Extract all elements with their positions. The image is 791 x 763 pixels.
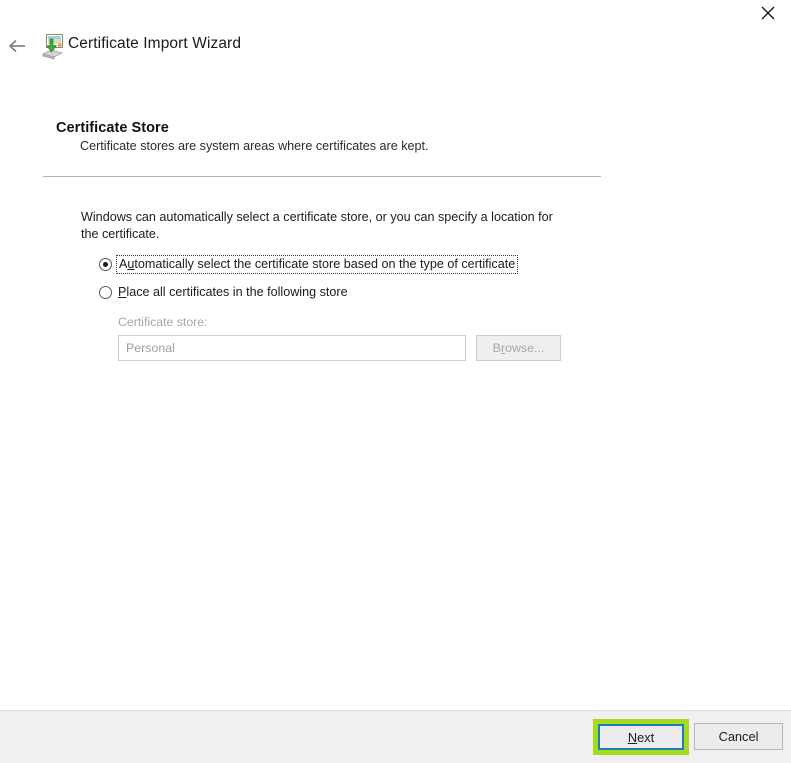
close-icon <box>761 6 775 20</box>
page-subtitle: Certificate stores are system areas wher… <box>80 139 429 153</box>
next-button-highlight: Next <box>593 719 689 755</box>
radio-label-place-in-store-suffix: lace all certificates in the following s… <box>126 285 348 299</box>
back-button[interactable] <box>4 36 30 60</box>
browse-button-suffix: owse... <box>505 341 545 355</box>
next-button-suffix: ext <box>637 729 655 745</box>
window-close-button[interactable] <box>745 0 791 26</box>
radio-button-automatic[interactable] <box>99 258 112 271</box>
next-button-accel: N <box>627 729 638 745</box>
certificate-import-icon <box>40 33 66 61</box>
radio-button-place-in-store[interactable] <box>99 285 112 299</box>
radio-option-place-in-store[interactable]: Place all certificates in the following … <box>99 285 348 299</box>
wizard-header: Certificate Import Wizard <box>0 33 791 63</box>
wizard-title: Certificate Import Wizard <box>68 35 242 52</box>
page-title: Certificate Store <box>56 120 169 136</box>
radio-label-automatic: Automatically select the certificate sto… <box>116 255 519 274</box>
heading-separator <box>43 176 601 177</box>
certificate-store-label: Certificate store: <box>118 315 208 329</box>
certificate-store-input[interactable] <box>118 335 466 361</box>
next-button[interactable]: Next <box>598 724 684 750</box>
radio-label-place-in-store: Place all certificates in the following … <box>118 285 348 299</box>
browse-button[interactable]: Br owse... <box>476 335 561 361</box>
browse-button-prefix: B <box>492 341 501 355</box>
radio-label-automatic-suffix: tomatically select the certificate store… <box>134 257 516 271</box>
page-heading-block: Certificate Store Certificate stores are… <box>43 120 603 153</box>
intro-text: Windows can automatically select a certi… <box>81 210 553 241</box>
radio-option-automatic[interactable]: Automatically select the certificate sto… <box>99 255 519 274</box>
back-arrow-icon <box>7 38 27 59</box>
cancel-button[interactable]: Cancel <box>694 723 783 750</box>
